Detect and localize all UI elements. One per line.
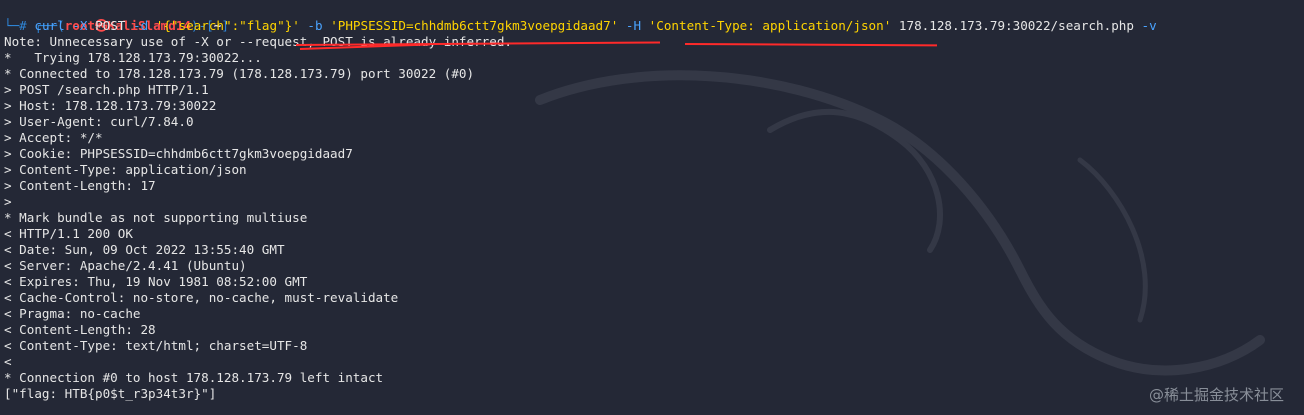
output-line: > Content-Length: 17 — [4, 178, 156, 193]
output-line: < Content-Length: 28 — [4, 322, 156, 337]
output-line: * Connection #0 to host 178.128.173.79 l… — [4, 370, 384, 385]
output-line: * Connected to 178.128.173.79 (178.128.1… — [4, 66, 475, 81]
flag-output-line: ["flag: HTB{p0$t_r3p34t3r}"] — [4, 386, 217, 401]
output-line: > Cookie: PHPSESSID=chhdmb6ctt7gkm3voepg… — [4, 146, 353, 161]
option-x: -X — [72, 18, 88, 33]
output-line: * Mark bundle as not supporting multiuse — [4, 210, 308, 225]
method: POST — [95, 18, 126, 33]
header-payload: 'Content-Type: application/json' — [648, 18, 892, 33]
prompt-hash: # — [19, 18, 27, 33]
output-line: > Host: 178.128.173.79:30022 — [4, 98, 217, 113]
target-url: 178.128.173.79:30022/search.php — [898, 18, 1134, 33]
option-d: -d — [133, 18, 149, 33]
command-line[interactable]: └─# curl -X POST -d '{"search":"flag"}' … — [4, 18, 1300, 34]
terminal[interactable]: ┌──(root㉿KaliSlamd14)-[~] └─# curl -X PO… — [4, 2, 1300, 413]
prompt-line-top: ┌──(root㉿KaliSlamd14)-[~] — [4, 2, 1300, 33]
output-line: < Date: Sun, 09 Oct 2022 13:55:40 GMT — [4, 242, 285, 257]
option-h: -H — [625, 18, 642, 33]
output-line: > Content-Type: application/json — [4, 162, 247, 177]
output-line: > — [4, 194, 12, 209]
output-line: < Content-Type: text/html; charset=UTF-8 — [4, 338, 308, 353]
option-v: -v — [1141, 18, 1157, 33]
output-line: < Expires: Thu, 19 Nov 1981 08:52:00 GMT — [4, 274, 308, 289]
watermark-text: @稀土掘金技术社区 — [1148, 386, 1284, 404]
output-line: < Cache-Control: no-store, no-cache, mus… — [4, 290, 399, 305]
output-line: > POST /search.php HTTP/1.1 — [4, 82, 209, 97]
output-line: < Pragma: no-cache — [4, 306, 141, 321]
output-line: < — [4, 354, 12, 369]
output-line: < Server: Apache/2.4.41 (Ubuntu) — [4, 258, 247, 273]
prompt-frame-bottom: └─ — [4, 18, 20, 33]
output-line: < HTTP/1.1 200 OK — [4, 226, 133, 241]
output-line: > Accept: */* — [4, 130, 103, 145]
data-payload: '{"search":"flag"}' — [155, 18, 300, 33]
output-line: > User-Agent: curl/7.84.0 — [4, 114, 194, 129]
option-b: -b — [307, 18, 323, 33]
output-line: * Trying 178.128.173.79:30022... — [4, 50, 262, 65]
cookie-payload: 'PHPSESSID=chhdmb6ctt7gkm3voepgidaad7' — [330, 18, 619, 33]
command-curl: curl — [34, 18, 65, 33]
